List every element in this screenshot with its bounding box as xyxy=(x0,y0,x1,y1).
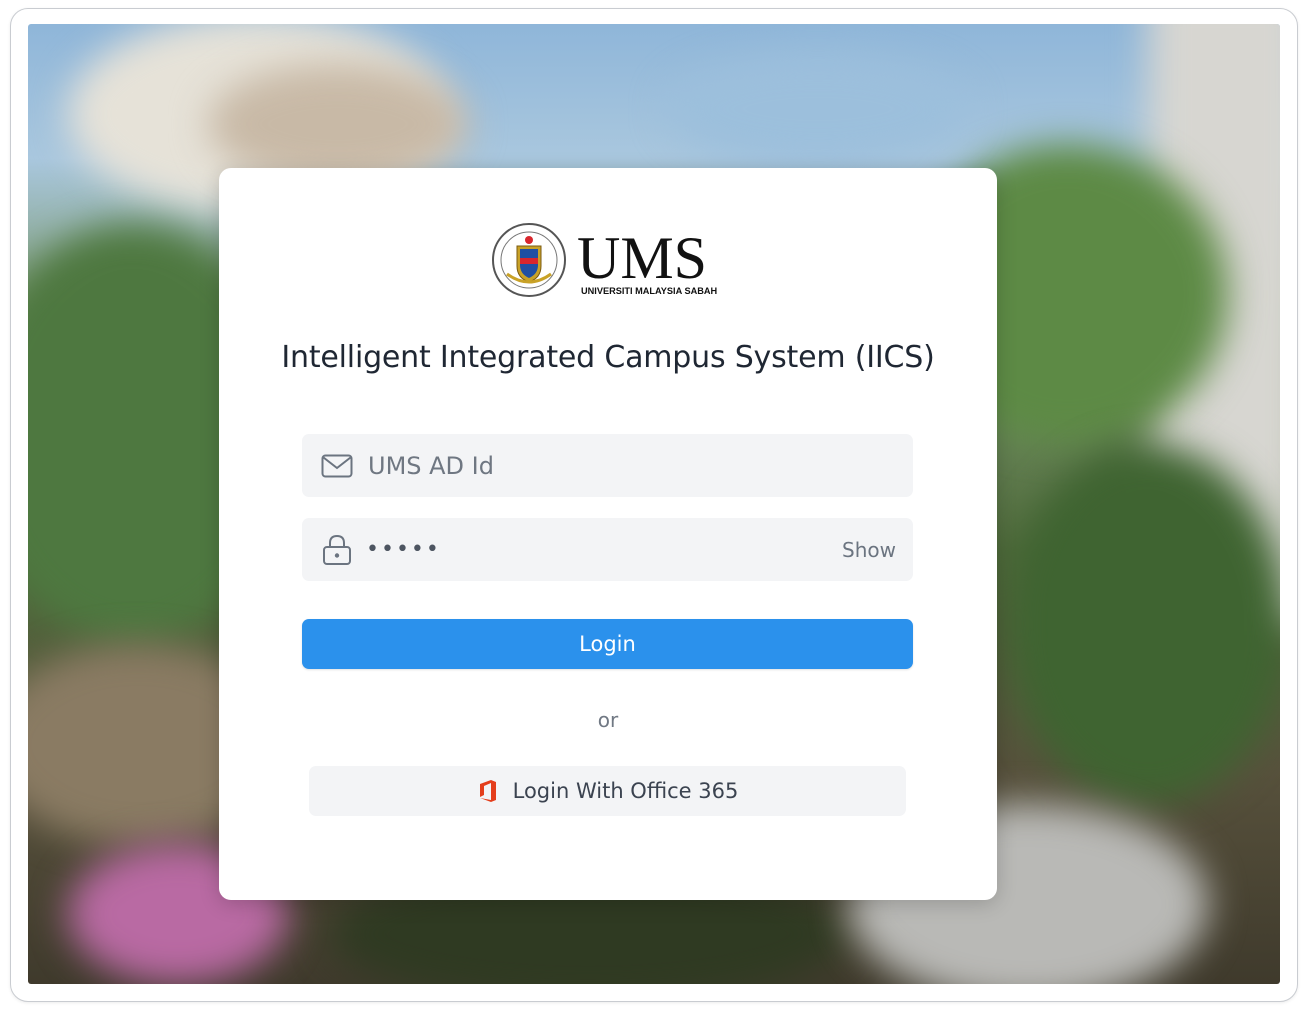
lock-icon xyxy=(320,533,354,567)
login-card: UMS UNIVERSITI MALAYSIA SABAH Intelligen… xyxy=(219,168,997,900)
office365-login-label: Login With Office 365 xyxy=(512,779,739,803)
or-separator: or xyxy=(597,708,619,732)
office-365-icon xyxy=(479,780,496,802)
page-title: Intelligent Integrated Campus System (II… xyxy=(281,340,935,375)
ums-wordmark: UMS xyxy=(577,225,707,291)
office365-login-button[interactable]: Login With Office 365 xyxy=(309,766,906,816)
password-input[interactable]: ••••• xyxy=(366,537,913,562)
ums-subtitle: UNIVERSITI MALAYSIA SABAH xyxy=(581,286,717,296)
show-password-toggle[interactable]: Show xyxy=(842,538,896,562)
envelope-icon xyxy=(320,449,354,483)
login-button[interactable]: Login xyxy=(302,619,913,669)
username-input[interactable] xyxy=(366,444,913,487)
ums-logo: UMS UNIVERSITI MALAYSIA SABAH xyxy=(492,223,717,297)
password-field[interactable]: ••••• Show xyxy=(302,518,913,581)
username-field[interactable] xyxy=(302,434,913,497)
